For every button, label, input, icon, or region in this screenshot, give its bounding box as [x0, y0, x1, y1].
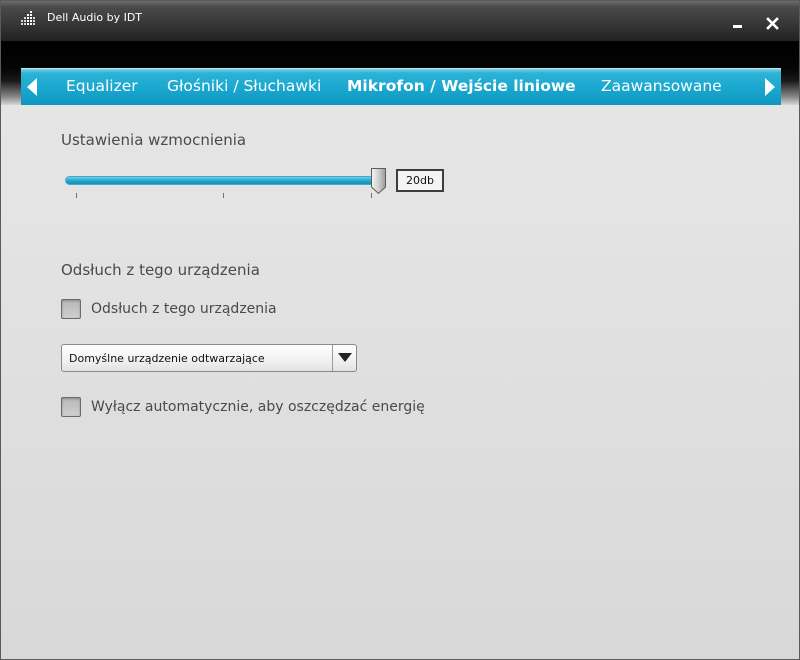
- gain-heading: Ustawienia wzmocnienia: [61, 131, 247, 149]
- tab-equalizer[interactable]: Equalizer: [66, 77, 138, 95]
- slider-tick: [76, 193, 77, 198]
- auto-off-checkbox[interactable]: [61, 397, 81, 417]
- monitoring-heading: Odsłuch z tego urządzenia: [61, 261, 260, 279]
- window-title: Dell Audio by IDT: [47, 11, 143, 24]
- close-icon: [766, 17, 779, 30]
- tab-microphone-line-in[interactable]: Mikrofon / Wejście liniowe: [347, 77, 576, 95]
- chevron-left-icon: [27, 78, 37, 96]
- auto-off-checkbox-label[interactable]: Wyłącz automatycznie, aby oszczędzać ene…: [91, 399, 425, 415]
- gain-slider-fill: [66, 177, 382, 184]
- tab-bar: Equalizer Głośniki / Słuchawki Mikrofon …: [21, 68, 781, 105]
- minimize-icon: [733, 25, 742, 28]
- playback-device-selected: Domyślne urządzenie odtwarzające: [69, 352, 265, 365]
- dropdown-separator: [332, 345, 333, 371]
- app-window: Dell Audio by IDT Equalizer Głośniki / S…: [0, 0, 800, 660]
- title-bar[interactable]: Dell Audio by IDT: [1, 1, 799, 41]
- playback-device-select[interactable]: Domyślne urządzenie odtwarzające: [61, 344, 357, 372]
- tab-scroll-left-button[interactable]: [21, 69, 43, 105]
- slider-tick: [223, 193, 224, 198]
- tab-advanced[interactable]: Zaawansowane: [601, 77, 722, 95]
- monitoring-checkbox[interactable]: [61, 299, 81, 319]
- gain-slider-thumb[interactable]: [370, 167, 387, 195]
- monitoring-checkbox-label[interactable]: Odsłuch z tego urządzenia: [91, 301, 277, 317]
- tab-speakers-headphones[interactable]: Głośniki / Słuchawki: [167, 77, 321, 95]
- tab-scroll-right-button[interactable]: [759, 69, 781, 105]
- chevron-right-icon: [765, 78, 775, 96]
- close-button[interactable]: [765, 15, 781, 31]
- equalizer-bars-icon: [21, 11, 37, 25]
- minimize-button[interactable]: [730, 15, 746, 31]
- gain-slider-track[interactable]: [65, 176, 383, 185]
- gain-value-display: 20db: [396, 169, 444, 192]
- chevron-down-icon: [338, 353, 352, 362]
